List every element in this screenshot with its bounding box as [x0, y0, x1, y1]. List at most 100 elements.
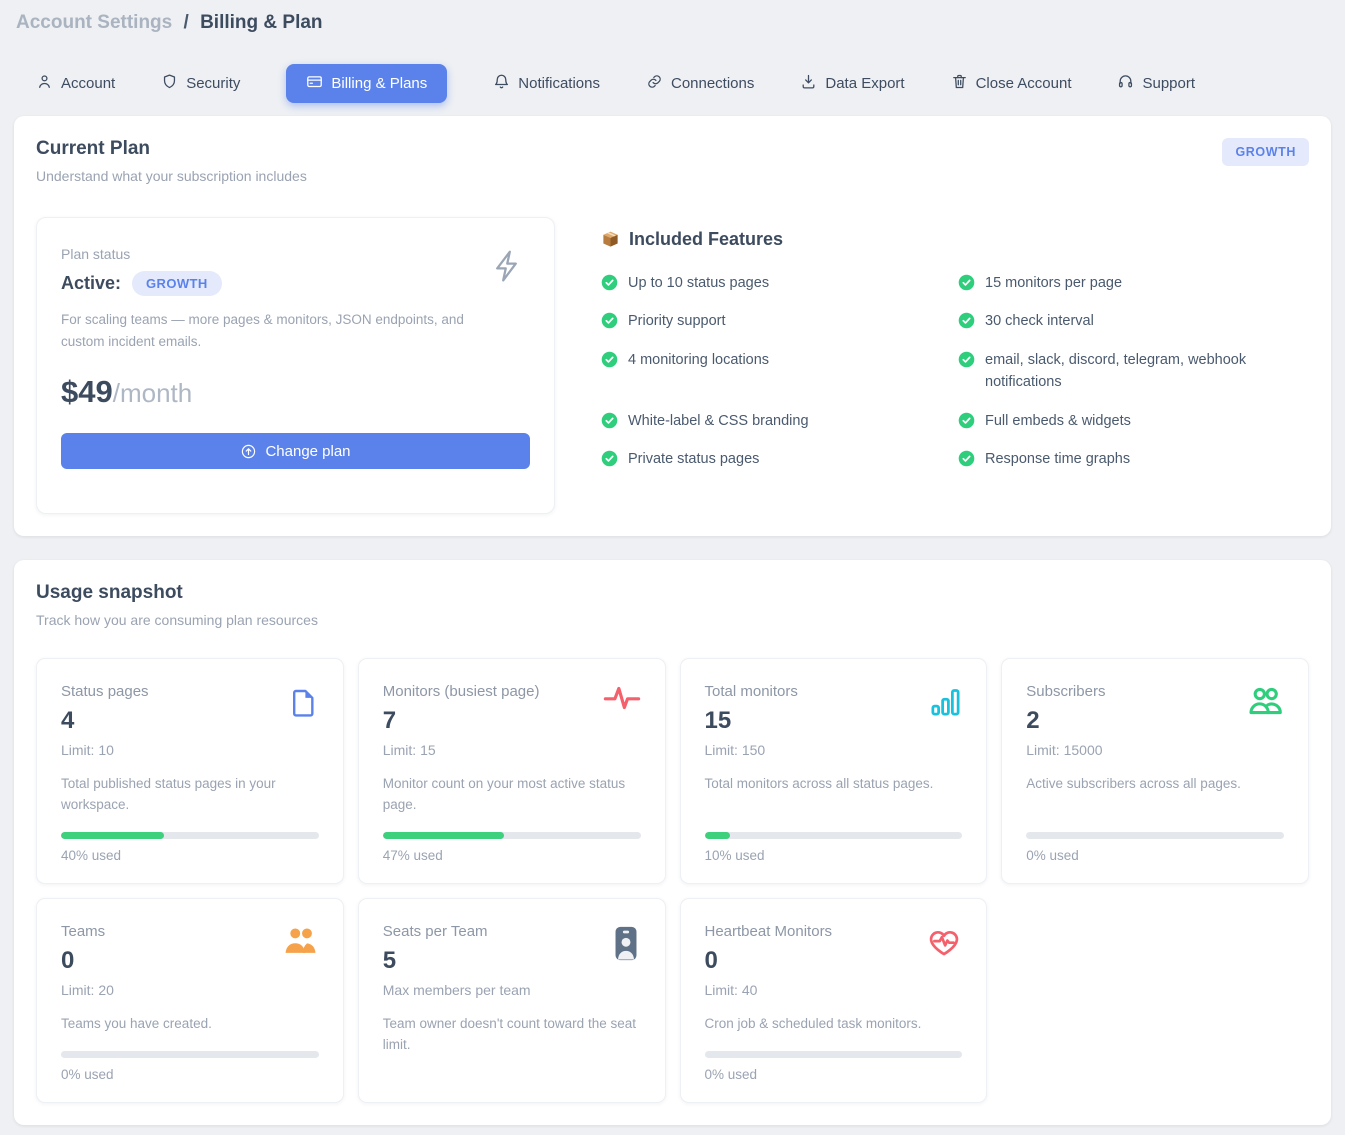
change-plan-button[interactable]: Change plan — [61, 433, 530, 469]
percent-used: 10% used — [705, 848, 963, 863]
current-plan-card: GROWTH Current Plan Understand what your… — [14, 116, 1331, 536]
plan-content: Plan status Active: GROWTH For scaling t… — [36, 217, 1309, 514]
usage-card-seats-per-team: Seats per Team 5 Max members per team Te… — [358, 898, 666, 1103]
feature-item: Up to 10 status pages — [601, 272, 952, 294]
check-circle-icon — [601, 412, 618, 429]
breadcrumb-separator: / — [184, 12, 189, 33]
feature-label: 15 monitors per page — [985, 272, 1122, 294]
users-filled-icon — [282, 925, 319, 956]
feature-item: 30 check interval — [958, 310, 1309, 332]
percent-used: 0% used — [705, 1067, 963, 1082]
check-circle-icon — [958, 412, 975, 429]
percent-used: 0% used — [1026, 848, 1284, 863]
tab-security[interactable]: Security — [161, 65, 240, 102]
lightning-icon — [490, 246, 526, 291]
feature-label: White-label & CSS branding — [628, 410, 809, 432]
settings-tabs: Account Security Billing & Plans Notific… — [36, 64, 1331, 103]
check-circle-icon — [601, 312, 618, 329]
tab-label: Data Export — [825, 75, 904, 92]
feature-item: Full embeds & widgets — [958, 410, 1309, 432]
feature-item: Priority support — [601, 310, 952, 332]
check-circle-icon — [958, 351, 975, 368]
tab-data-export[interactable]: Data Export — [800, 65, 904, 102]
progress-bar — [383, 832, 641, 839]
download-icon — [800, 73, 817, 94]
tab-label: Security — [186, 75, 240, 92]
heart-pulse-icon — [926, 925, 962, 959]
tab-notifications[interactable]: Notifications — [493, 65, 600, 102]
tab-close-account[interactable]: Close Account — [951, 65, 1072, 102]
tab-label: Close Account — [976, 75, 1072, 92]
price-period: /month — [113, 378, 193, 408]
check-circle-icon — [601, 274, 618, 291]
arrow-up-circle-icon — [240, 443, 257, 460]
plan-tier-badge: GROWTH — [1222, 138, 1309, 166]
check-circle-icon — [958, 450, 975, 467]
feature-label: email, slack, discord, telegram, webhook… — [985, 349, 1279, 394]
section-subtitle: Track how you are consuming plan resourc… — [36, 612, 1309, 628]
tab-label: Support — [1142, 75, 1195, 92]
shield-icon — [161, 73, 178, 94]
user-icon — [36, 73, 53, 94]
usage-snapshot-card: Usage snapshot Track how you are consumi… — [14, 560, 1331, 1125]
feature-label: Priority support — [628, 310, 726, 332]
feature-item: 15 monitors per page — [958, 272, 1309, 294]
id-badge-icon — [611, 925, 641, 962]
tab-label: Notifications — [518, 75, 600, 92]
bell-icon — [493, 73, 510, 94]
check-circle-icon — [958, 312, 975, 329]
link-icon — [646, 73, 663, 94]
pulse-icon — [603, 685, 641, 711]
feature-label: Up to 10 status pages — [628, 272, 769, 294]
breadcrumb-section[interactable]: Account Settings — [16, 12, 172, 33]
progress-bar — [705, 1051, 963, 1058]
headset-icon — [1117, 73, 1134, 94]
feature-item: email, slack, discord, telegram, webhook… — [958, 349, 1309, 394]
tab-label: Account — [61, 75, 115, 92]
usage-card-subscribers: Subscribers 2 Limit: 15000 Active subscr… — [1001, 658, 1309, 884]
percent-used: 0% used — [61, 1067, 319, 1082]
feature-label: Private status pages — [628, 448, 759, 470]
plan-badge-pill: GROWTH — [132, 271, 222, 296]
trash-icon — [951, 73, 968, 94]
billing-settings-page: Account Settings / Billing & Plan Accoun… — [0, 0, 1345, 1135]
plan-description: For scaling teams — more pages & monitor… — [61, 309, 491, 352]
usage-grid: Status pages 4 Limit: 10 Total published… — [36, 658, 1309, 1103]
plan-status-label: Plan status — [61, 246, 530, 262]
feature-item: 4 monitoring locations — [601, 349, 952, 394]
section-title: Usage snapshot — [36, 582, 1309, 604]
percent-used: 47% used — [383, 848, 641, 863]
tab-account[interactable]: Account — [36, 65, 115, 102]
percent-used: 40% used — [61, 848, 319, 863]
usage-card-total-monitors: Total monitors 15 Limit: 150 Total monit… — [680, 658, 988, 884]
price-amount: $49 — [61, 374, 113, 409]
package-icon — [601, 230, 620, 249]
features-grid: Up to 10 status pages 15 monitors per pa… — [601, 272, 1309, 471]
feature-item: White-label & CSS branding — [601, 410, 952, 432]
plan-status-panel: Plan status Active: GROWTH For scaling t… — [36, 217, 555, 514]
bar-chart-icon — [929, 685, 962, 719]
check-circle-icon — [601, 450, 618, 467]
breadcrumb: Account Settings / Billing & Plan — [14, 12, 1331, 34]
document-icon — [287, 685, 319, 721]
feature-label: 30 check interval — [985, 310, 1094, 332]
section-subtitle: Understand what your subscription includ… — [36, 168, 1309, 184]
features-title: Included Features — [629, 229, 783, 250]
feature-label: Full embeds & widgets — [985, 410, 1131, 432]
tab-support[interactable]: Support — [1117, 65, 1195, 102]
check-circle-icon — [958, 274, 975, 291]
credit-card-icon — [306, 73, 323, 94]
feature-item: Response time graphs — [958, 448, 1309, 470]
tab-label: Billing & Plans — [331, 75, 427, 92]
page-title: Billing & Plan — [200, 12, 322, 33]
check-circle-icon — [601, 351, 618, 368]
feature-label: 4 monitoring locations — [628, 349, 769, 371]
plan-price: $49/month — [61, 374, 530, 410]
tab-label: Connections — [671, 75, 754, 92]
change-plan-label: Change plan — [265, 443, 350, 460]
tab-billing-plans[interactable]: Billing & Plans — [286, 64, 447, 103]
tab-connections[interactable]: Connections — [646, 65, 754, 102]
feature-item: Private status pages — [601, 448, 952, 470]
section-title: Current Plan — [36, 138, 1309, 160]
progress-bar — [61, 832, 319, 839]
